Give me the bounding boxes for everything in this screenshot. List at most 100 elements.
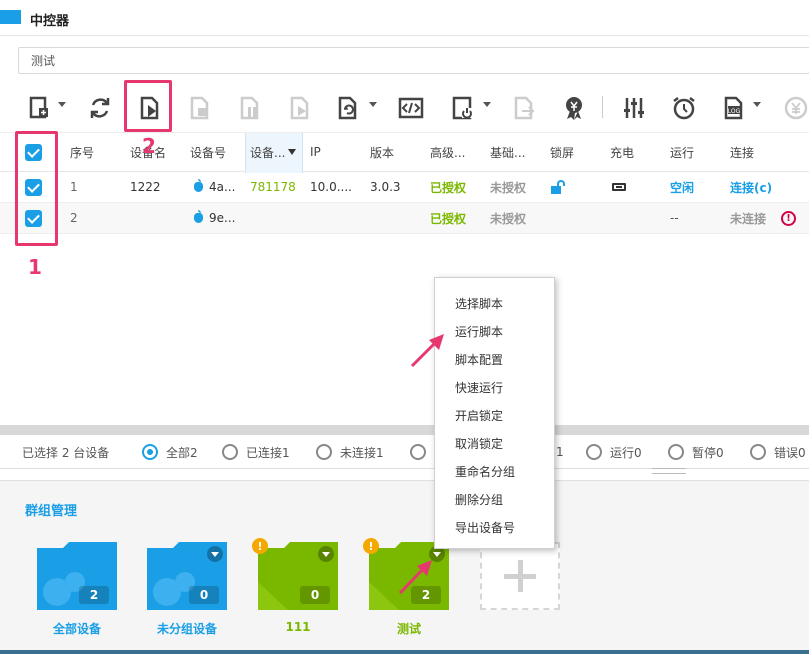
group-label[interactable]: 111 bbox=[248, 620, 348, 634]
filter-bar: 已选择 2 台设备 全部2 已连接1 未连接1 1 运行0 暂停0 错误0 bbox=[0, 435, 809, 469]
toolbar-separator bbox=[602, 96, 603, 118]
highlight-checkboxes bbox=[15, 131, 58, 246]
menu-select-script[interactable]: 选择脚本 bbox=[455, 295, 503, 312]
row-basic-status: 未授权 bbox=[490, 180, 527, 195]
script-editor-icon[interactable] bbox=[397, 94, 425, 122]
export-icon[interactable] bbox=[510, 94, 538, 122]
row-ip: 10.0.... bbox=[310, 180, 352, 194]
table-row[interactable]: 2 9e... 已授权 未授权 -- 未连接 ! bbox=[0, 203, 809, 234]
badge-icon[interactable] bbox=[560, 94, 588, 122]
menu-script-config[interactable]: 脚本配置 bbox=[455, 351, 503, 368]
yen-icon[interactable] bbox=[782, 94, 809, 122]
error-icon[interactable]: ! bbox=[781, 203, 796, 233]
table-header: 序号 设备名 设备号 设备... IP 版本 高级... 基础... 锁屏 充电… bbox=[0, 132, 809, 173]
svg-text:LOG: LOG bbox=[728, 108, 741, 115]
header-device-id[interactable]: 设备号 bbox=[190, 133, 226, 171]
header-run[interactable]: 运行 bbox=[670, 133, 694, 171]
menu-cancel-lock[interactable]: 取消锁定 bbox=[455, 435, 503, 452]
group-count: 2 bbox=[79, 586, 109, 604]
menu-enable-lock[interactable]: 开启锁定 bbox=[455, 407, 503, 424]
highlight-run-button bbox=[124, 80, 172, 132]
group-menu-icon[interactable] bbox=[318, 546, 334, 562]
row-advanced-status: 已授权 bbox=[430, 180, 467, 195]
group-title: 群组管理 bbox=[25, 504, 78, 519]
group-ungrouped[interactable]: 0 bbox=[147, 542, 227, 610]
filter-hidden-count: 1 bbox=[556, 445, 564, 459]
table-row[interactable]: 1 1222 4a... 781178 10.0.... 3.0.3 已授权 未… bbox=[0, 172, 809, 203]
filter-error[interactable]: 错误0 bbox=[750, 435, 806, 469]
app-logo-icon bbox=[0, 10, 21, 24]
row-run-status: -- bbox=[670, 211, 679, 225]
row-run-status: 空闲 bbox=[670, 180, 695, 195]
header-charge[interactable]: 充电 bbox=[610, 133, 634, 171]
group-count: 0 bbox=[300, 586, 330, 604]
battery-icon bbox=[612, 172, 626, 202]
header-version[interactable]: 版本 bbox=[370, 133, 394, 171]
menu-quick-run[interactable]: 快速运行 bbox=[455, 379, 503, 396]
power-icon[interactable] bbox=[449, 94, 477, 122]
group-test[interactable]: ! 2 bbox=[363, 538, 449, 610]
group-management: 群组管理 2 全部设备 0 未分组设备 ! 0 111 ! 2 测试 bbox=[0, 480, 809, 654]
sort-desc-icon bbox=[288, 149, 297, 155]
add-group-button[interactable] bbox=[480, 542, 560, 610]
header-seq[interactable]: 序号 bbox=[70, 133, 94, 171]
menu-delete-group[interactable]: 删除分组 bbox=[455, 491, 503, 508]
group-count: 0 bbox=[189, 586, 219, 604]
unlock-icon[interactable] bbox=[550, 172, 566, 202]
power-dropdown[interactable] bbox=[483, 102, 491, 107]
row-seq: 1 bbox=[70, 180, 78, 194]
script-settings-dropdown[interactable] bbox=[369, 102, 377, 107]
adjust-icon[interactable] bbox=[620, 94, 648, 122]
header-ip[interactable]: IP bbox=[310, 133, 321, 171]
filter-connected[interactable]: 已连接1 bbox=[222, 435, 290, 469]
panel-divider[interactable] bbox=[0, 425, 809, 435]
log-icon[interactable]: LOG bbox=[720, 94, 748, 122]
app-title: 中控器 bbox=[30, 14, 70, 29]
refresh-icon[interactable] bbox=[86, 94, 114, 122]
window-bottom-edge bbox=[0, 650, 809, 654]
new-device-dropdown[interactable] bbox=[58, 102, 66, 107]
filter-disconnected[interactable]: 未连接1 bbox=[316, 435, 384, 469]
annotation-1: 1 bbox=[28, 255, 42, 279]
filter-hidden[interactable] bbox=[410, 435, 434, 469]
group-menu-icon[interactable] bbox=[207, 546, 223, 562]
group-111[interactable]: ! 0 bbox=[252, 538, 338, 610]
row-device-id: 4a... bbox=[194, 172, 235, 202]
header-device-sorted[interactable]: 设备... bbox=[250, 133, 297, 171]
group-label[interactable]: 未分组设备 bbox=[137, 620, 237, 637]
header-basic[interactable]: 基础... bbox=[490, 133, 525, 171]
resize-grip[interactable] bbox=[652, 468, 686, 474]
new-device-icon[interactable] bbox=[26, 94, 54, 122]
alarm-icon[interactable] bbox=[670, 94, 698, 122]
resume-script-icon[interactable] bbox=[286, 94, 314, 122]
script-settings-icon[interactable] bbox=[334, 94, 362, 122]
pause-script-icon[interactable] bbox=[236, 94, 264, 122]
log-dropdown[interactable] bbox=[753, 102, 761, 107]
filter-all[interactable]: 全部2 bbox=[142, 435, 198, 469]
apple-icon bbox=[194, 179, 203, 192]
menu-run-script[interactable]: 运行脚本 bbox=[455, 323, 503, 340]
group-all-devices[interactable]: 2 bbox=[37, 542, 117, 610]
warning-icon: ! bbox=[363, 538, 379, 554]
group-label[interactable]: 测试 bbox=[359, 620, 459, 637]
group-context-menu: 选择脚本 运行脚本 脚本配置 快速运行 开启锁定 取消锁定 重命名分组 删除分组… bbox=[434, 277, 555, 549]
header-advanced[interactable]: 高级... bbox=[430, 133, 465, 171]
filter-running[interactable]: 运行0 bbox=[586, 435, 642, 469]
group-name-input[interactable] bbox=[18, 47, 809, 74]
menu-rename-group[interactable]: 重命名分组 bbox=[455, 463, 515, 480]
row-device-id: 9e... bbox=[194, 203, 235, 233]
title-bar: 中控器 bbox=[0, 0, 809, 36]
menu-export-device-ids[interactable]: 导出设备号 bbox=[455, 519, 515, 536]
row-basic-status: 未授权 bbox=[490, 211, 527, 226]
selected-count: 已选择 2 台设备 bbox=[22, 445, 110, 460]
group-label[interactable]: 全部设备 bbox=[27, 620, 127, 637]
row-connect-link[interactable]: 连接(c) bbox=[730, 172, 772, 202]
toolbar: LOG bbox=[0, 82, 809, 132]
header-lock[interactable]: 锁屏 bbox=[550, 133, 574, 171]
annotation-2: 2 bbox=[142, 134, 156, 158]
apple-icon bbox=[194, 210, 203, 223]
header-connect[interactable]: 连接 bbox=[730, 133, 754, 171]
warning-icon: ! bbox=[252, 538, 268, 554]
filter-paused[interactable]: 暂停0 bbox=[668, 435, 724, 469]
stop-script-icon[interactable] bbox=[186, 94, 214, 122]
